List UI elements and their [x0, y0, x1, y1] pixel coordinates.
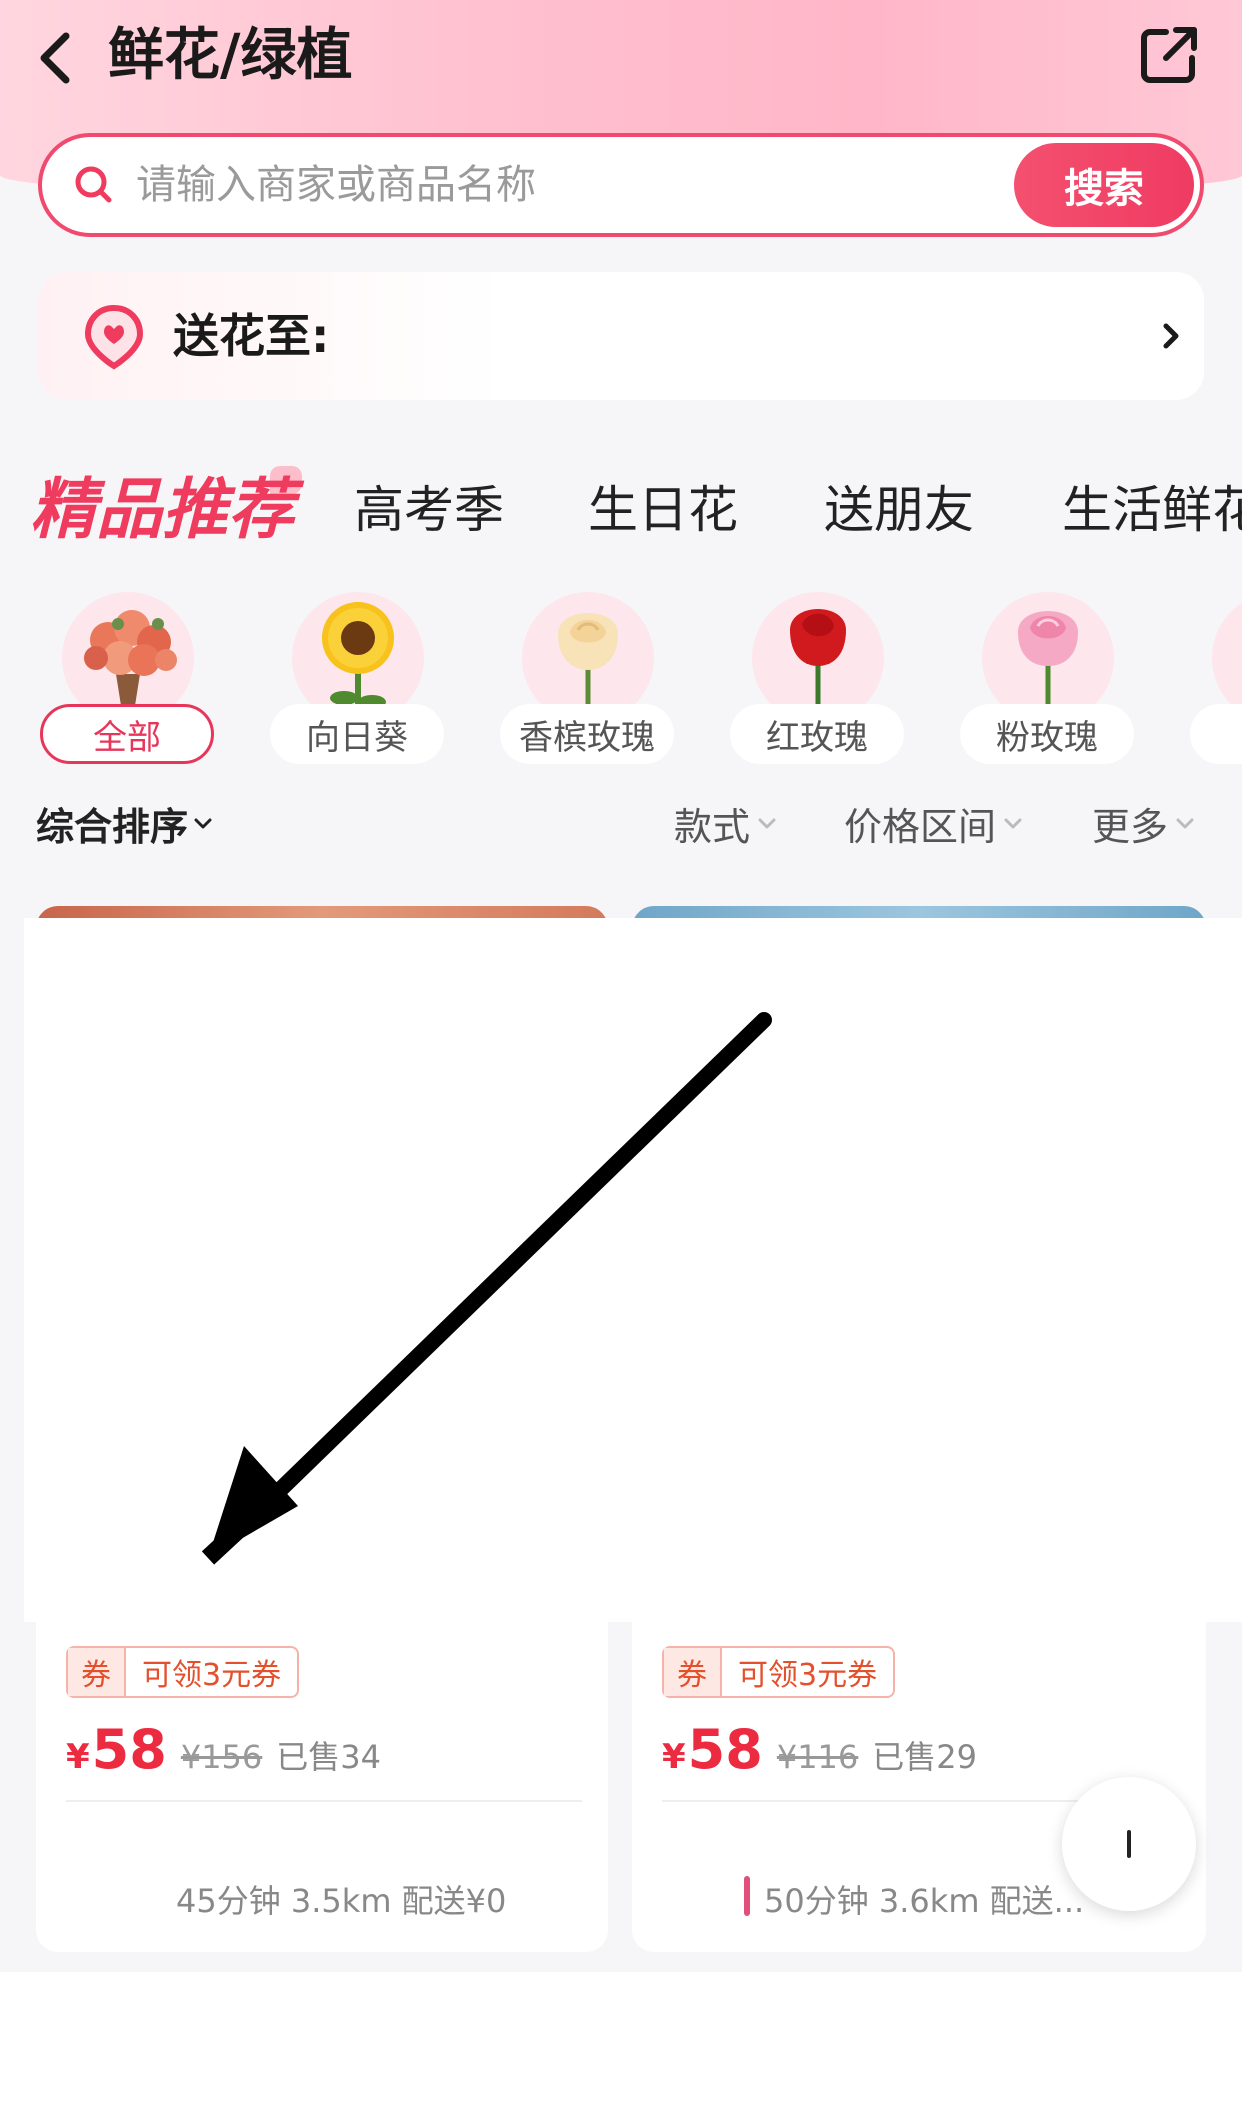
bouquet-icon — [84, 610, 177, 712]
shop-logo — [744, 1876, 750, 1916]
category-label: 香槟玫瑰 — [500, 704, 674, 764]
chevron-down-icon — [1176, 818, 1194, 828]
share-button[interactable] — [1136, 22, 1202, 88]
filter-price-range[interactable]: 价格区间 — [844, 796, 1022, 851]
price: 58 — [91, 1718, 167, 1781]
chevron-right-icon — [1163, 323, 1179, 349]
original-price: ¥156 — [180, 1738, 263, 1776]
category-champagne-rose[interactable]: 香槟玫瑰 — [500, 592, 676, 768]
original-price: ¥116 — [776, 1738, 859, 1776]
chevron-down-icon — [194, 818, 212, 828]
search-button[interactable]: 搜索 — [1014, 143, 1194, 227]
category-label: 向日葵 — [270, 704, 444, 764]
category-red-rose[interactable]: 红玫瑰 — [730, 592, 906, 768]
coupon-badge[interactable]: 券 可领3元券 — [662, 1646, 896, 1698]
page-title: 鲜花/绿植 — [108, 23, 353, 88]
sort-label: 综合排序 — [36, 805, 189, 849]
category-all[interactable]: 全部 — [40, 592, 216, 768]
tab-daily-flowers[interactable]: 生活鲜花 — [1062, 460, 1242, 560]
coupon-tag: 券 — [664, 1648, 722, 1696]
category-sunflower[interactable]: 向日葵 — [270, 592, 446, 768]
sort-dropdown[interactable]: 综合排序 — [36, 796, 212, 851]
tab-gaokao[interactable]: 高考季 — [354, 460, 504, 560]
divider — [66, 1800, 582, 1802]
sunflower-icon — [322, 602, 394, 714]
filter-label: 款式 — [674, 805, 751, 849]
red-rose-icon — [790, 609, 846, 714]
sold-count: 已售34 — [276, 1738, 381, 1776]
annotation-arrow-icon — [201, 1012, 772, 1565]
filter-style[interactable]: 款式 — [674, 796, 776, 851]
filter-label: 更多 — [1092, 805, 1169, 849]
share-icon — [1141, 27, 1197, 83]
coupon-tag: 券 — [68, 1648, 126, 1696]
bottom-area — [0, 1972, 1242, 2121]
category-label: 粉玫瑰 — [960, 704, 1134, 764]
chevron-down-icon — [758, 818, 776, 828]
price: 58 — [687, 1718, 763, 1781]
pink-rose-icon — [1018, 611, 1078, 714]
price-row: ¥ 58 ¥156 已售34 — [66, 1718, 381, 1790]
back-button[interactable] — [30, 22, 90, 92]
search-icon — [75, 166, 112, 203]
price-symbol: ¥ — [662, 1737, 686, 1777]
delivery-info: 50分钟 3.6km 配送... — [764, 1882, 1085, 1920]
delivery-info: 45分钟 3.5km 配送¥0 — [176, 1882, 507, 1920]
champagne-rose-icon — [558, 613, 618, 714]
filter-more[interactable]: 更多 — [1092, 796, 1194, 851]
search-bar: 搜索 — [38, 133, 1204, 237]
blue-rose-icon — [1208, 594, 1242, 716]
floating-scroll-button[interactable] — [1062, 1777, 1196, 1911]
category-tabs: 精品推荐 高考季 生日花 送朋友 生活鲜花 — [0, 460, 1242, 570]
chevron-down-icon — [1004, 818, 1022, 828]
flower-category-list: 全部 向日葵 香槟玫瑰 红玫瑰 粉玫瑰 — [0, 592, 1242, 772]
price-symbol: ¥ — [66, 1737, 90, 1777]
category-pink-rose[interactable]: 粉玫瑰 — [960, 592, 1136, 768]
coupon-badge[interactable]: 券 可领3元券 — [66, 1646, 300, 1698]
category-blue-rose[interactable]: 矿 — [1190, 592, 1242, 768]
category-label: 矿 — [1190, 704, 1242, 764]
tab-friends[interactable]: 送朋友 — [824, 460, 974, 560]
address-bar[interactable]: 送花至: — [38, 272, 1204, 400]
category-label: 红玫瑰 — [730, 704, 904, 764]
tab-featured[interactable]: 精品推荐 — [30, 460, 294, 560]
category-label: 全部 — [40, 704, 214, 764]
price-row: ¥ 58 ¥116 已售29 — [662, 1718, 977, 1790]
tab-birthday[interactable]: 生日花 — [588, 460, 738, 560]
sold-count: 已售29 — [872, 1738, 977, 1776]
coupon-text: 可领3元券 — [142, 1658, 282, 1693]
filter-label: 价格区间 — [844, 805, 997, 849]
header: 鲜花/绿植 — [0, 0, 1242, 120]
filter-bar: 综合排序 款式 价格区间 更多 — [0, 790, 1242, 860]
address-label: 送花至: — [173, 309, 330, 363]
location-pin-icon — [84, 304, 144, 370]
coupon-text: 可领3元券 — [738, 1658, 878, 1693]
chevron-left-icon — [40, 32, 70, 84]
scroll-indicator-icon — [1127, 1830, 1131, 1858]
search-input[interactable] — [136, 155, 836, 215]
